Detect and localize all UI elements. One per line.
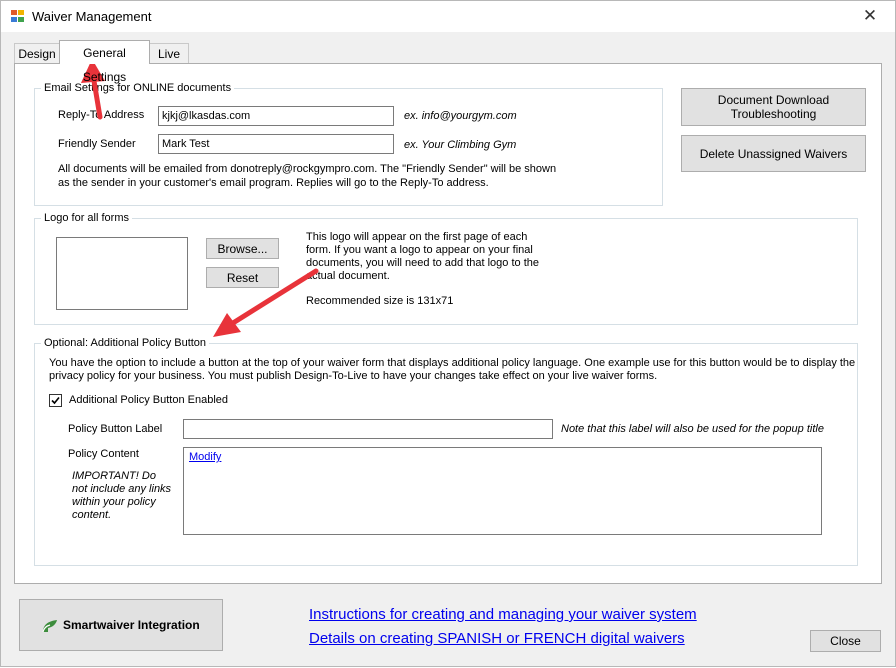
- policy-button-label-input[interactable]: [183, 419, 553, 439]
- logo-desc-line-4: actual document.: [306, 270, 390, 282]
- logo-desc-line-1: This logo will appear on the first page …: [306, 231, 528, 243]
- logo-desc-line-2: form. If you want a logo to appear on yo…: [306, 244, 533, 256]
- waiver-management-window: Waiver Management ✕ Design General Setti…: [0, 0, 896, 667]
- title-bar: Waiver Management ✕: [1, 1, 895, 32]
- email-note-line-2: as the sender in your customer's email p…: [58, 177, 489, 189]
- policy-enabled-label[interactable]: Additional Policy Button Enabled: [69, 394, 228, 406]
- important-line-2: not include any links: [72, 483, 172, 495]
- important-line-4: content.: [72, 509, 112, 521]
- tab-design[interactable]: Design: [14, 43, 60, 64]
- logo-preview: [56, 237, 188, 310]
- browse-button[interactable]: Browse...: [206, 238, 279, 259]
- window-close-icon[interactable]: ✕: [857, 5, 883, 27]
- policy-desc-line-2: privacy policy for your business. You mu…: [49, 370, 658, 382]
- window-title: Waiver Management: [32, 9, 152, 24]
- modify-link[interactable]: Modify: [189, 451, 221, 463]
- policy-desc-line-1: You have the option to include a button …: [49, 357, 856, 369]
- policy-content-box: Modify: [183, 447, 822, 535]
- checkmark-icon: [51, 396, 60, 405]
- tab-general-settings[interactable]: General Settings: [59, 40, 150, 84]
- download-button-line-2: Troubleshooting: [730, 107, 817, 121]
- logo-group-legend: Logo for all forms: [44, 212, 129, 224]
- policy-button-label-note: Note that this label will also be used f…: [561, 423, 824, 435]
- instructions-link[interactable]: Instructions for creating and managing y…: [309, 606, 697, 623]
- policy-button-label-label: Policy Button Label: [68, 423, 163, 435]
- delete-unassigned-waivers-button[interactable]: Delete Unassigned Waivers: [681, 135, 866, 172]
- tab-live[interactable]: Live: [149, 43, 189, 64]
- friendly-sender-input[interactable]: Mark Test: [158, 134, 394, 154]
- policy-content-label: Policy Content: [68, 448, 139, 460]
- download-button-line-1: Document Download: [717, 93, 830, 107]
- logo-desc-line-3: documents, you will need to add that log…: [306, 257, 539, 269]
- friendly-sender-label: Friendly Sender: [58, 138, 136, 150]
- app-icon: [11, 10, 25, 23]
- email-settings-legend: Email Settings for ONLINE documents: [44, 82, 232, 94]
- smartwaiver-integration-label: Smartwaiver Integration: [63, 618, 200, 632]
- reply-to-input[interactable]: kjkj@lkasdas.com: [158, 106, 394, 126]
- reply-to-example: ex. info@yourgym.com: [404, 110, 517, 122]
- document-download-troubleshooting-button[interactable]: Document Download Troubleshooting: [681, 88, 866, 126]
- close-button[interactable]: Close: [810, 630, 881, 652]
- policy-enabled-checkbox[interactable]: [49, 394, 62, 407]
- smartwaiver-integration-button[interactable]: Smartwaiver Integration: [19, 599, 223, 651]
- reply-to-label: Reply-To Address: [58, 109, 145, 121]
- spanish-french-link[interactable]: Details on creating SPANISH or FRENCH di…: [309, 630, 685, 647]
- important-line-3: within your policy: [72, 496, 156, 508]
- policy-group-legend: Optional: Additional Policy Button: [44, 337, 207, 349]
- reset-button[interactable]: Reset: [206, 267, 279, 288]
- important-line-1: IMPORTANT! Do: [72, 470, 156, 482]
- smartwaiver-logo-icon: [42, 620, 57, 633]
- email-note-line-1: All documents will be emailed from donot…: [58, 163, 557, 175]
- logo-recommended-size: Recommended size is 131x71: [306, 295, 454, 307]
- friendly-sender-example: ex. Your Climbing Gym: [404, 139, 517, 151]
